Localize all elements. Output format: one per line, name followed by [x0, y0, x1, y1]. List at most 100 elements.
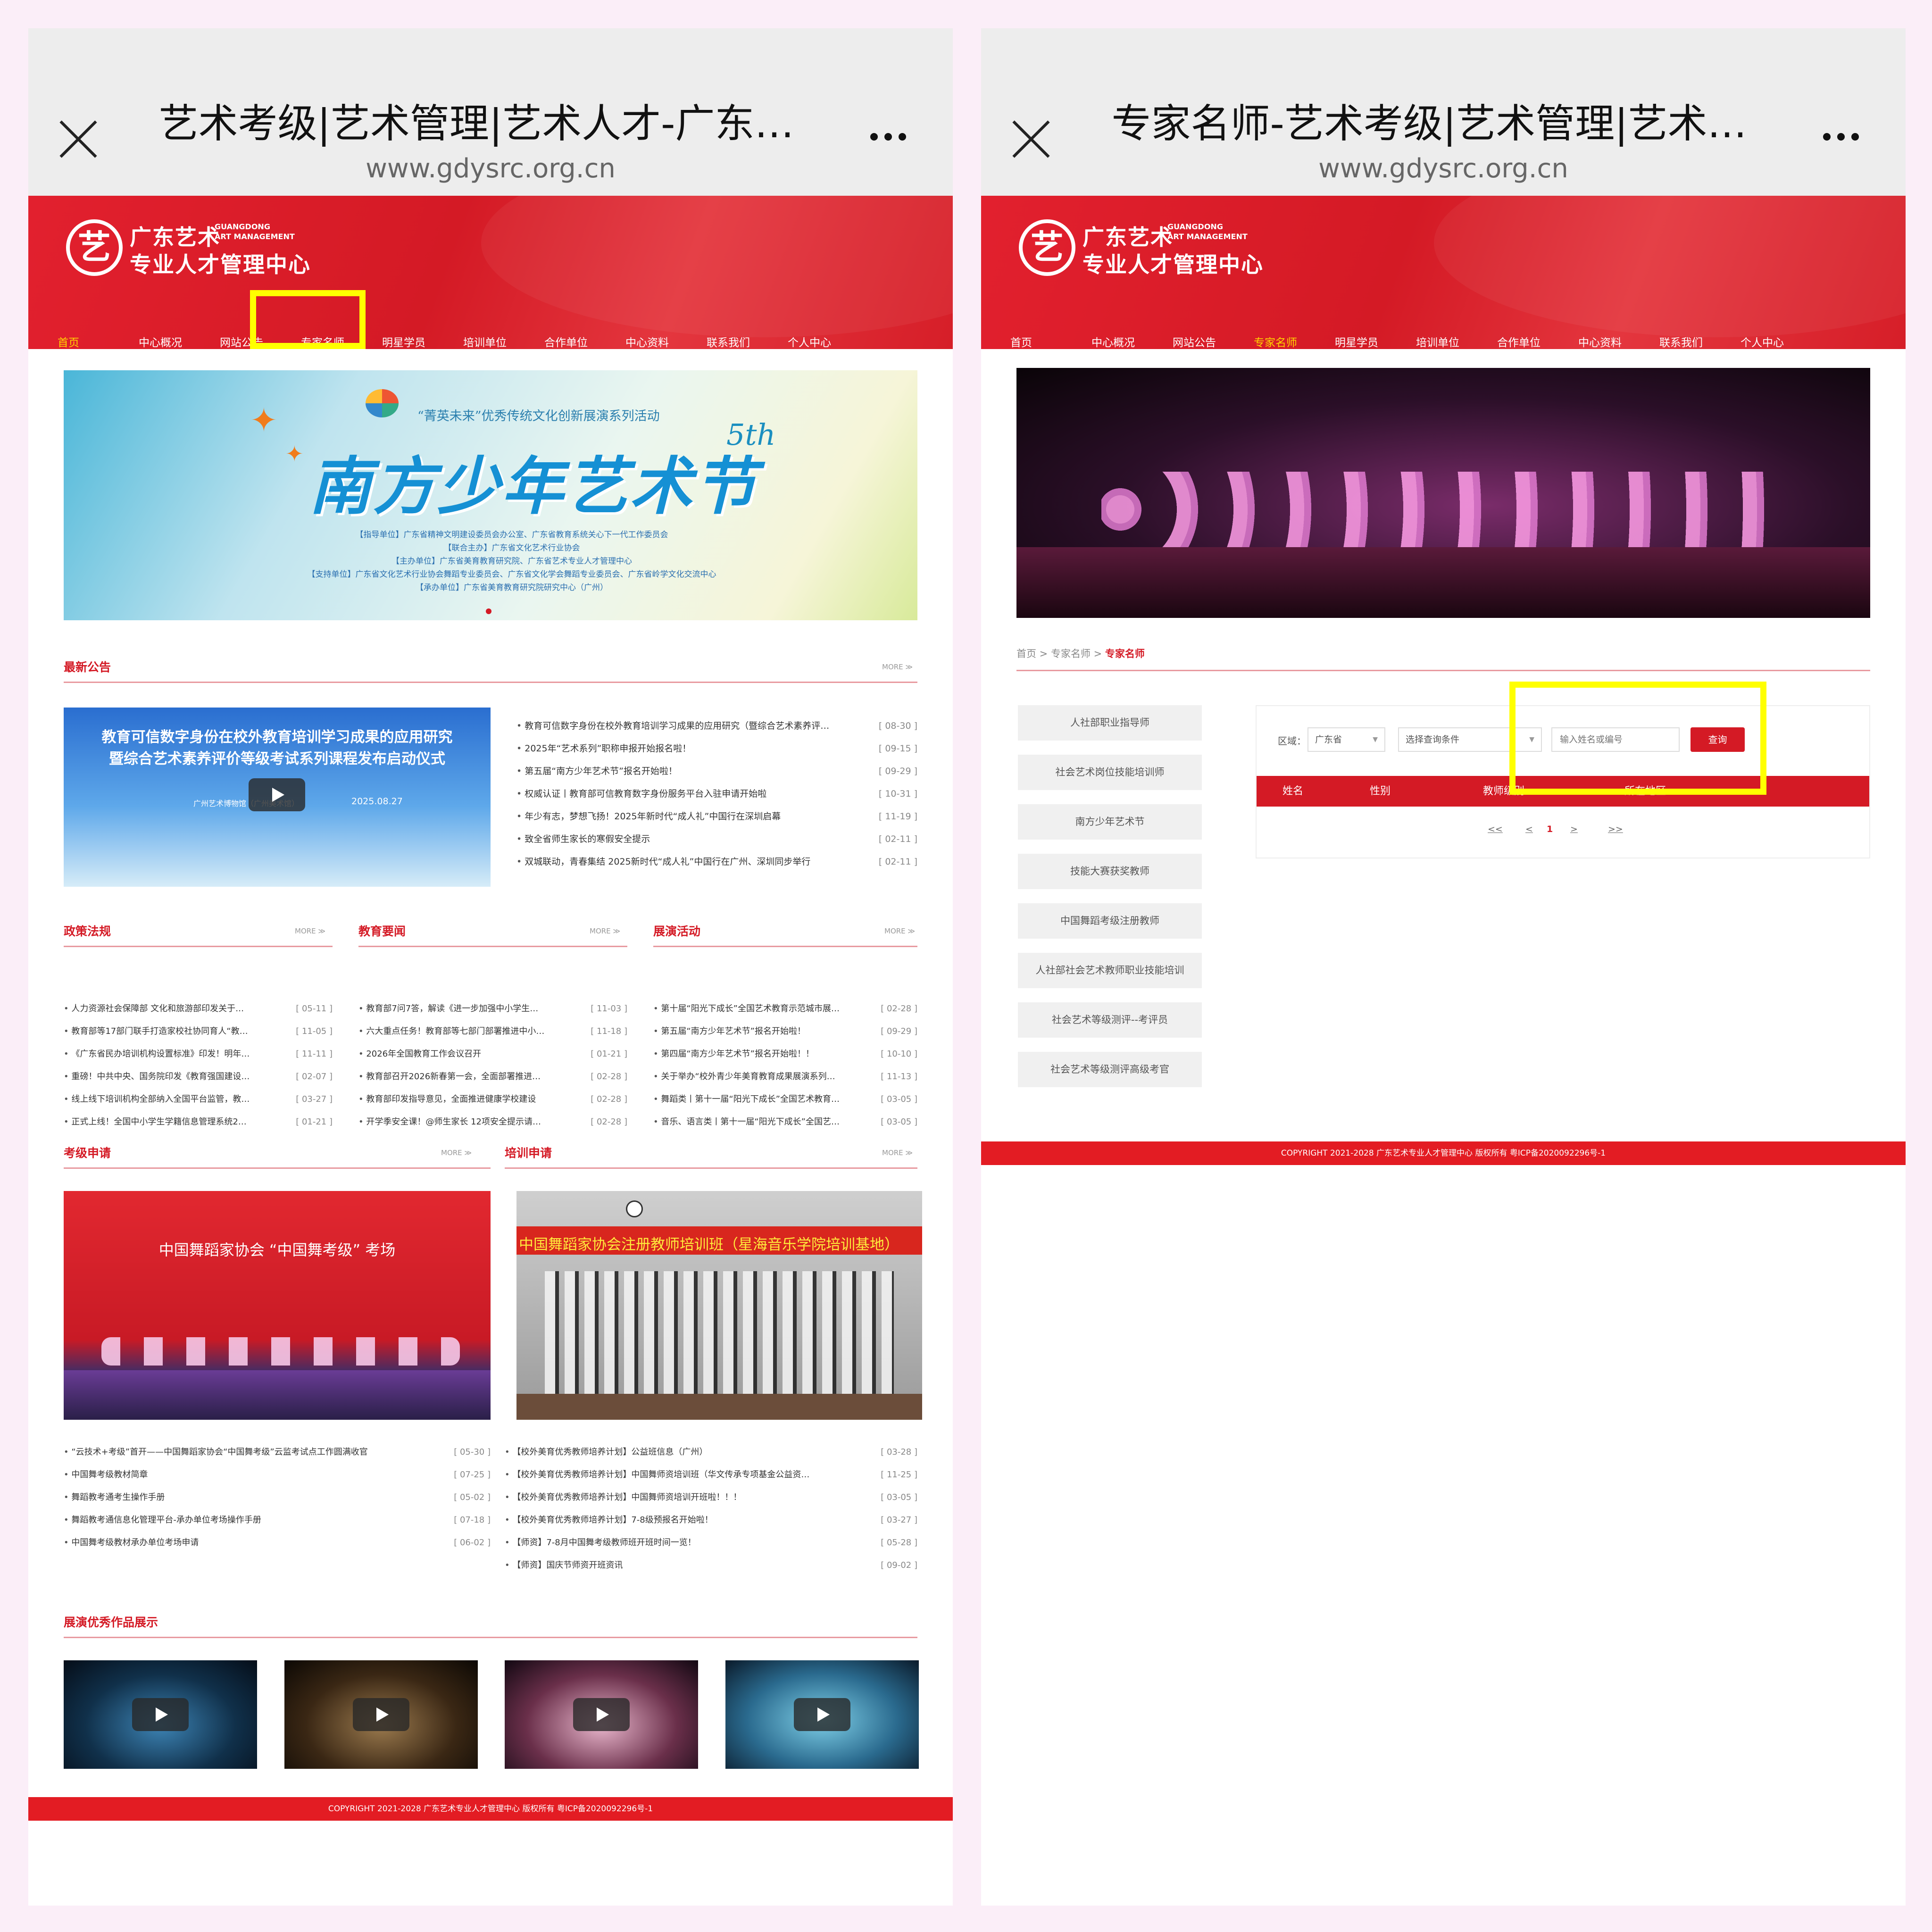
nav-item-star-students[interactable]: 明星学员 — [1335, 333, 1416, 349]
nav-item-notices[interactable]: 网站公告 — [1173, 333, 1254, 349]
page-prev[interactable]: < — [1525, 824, 1533, 834]
list-item[interactable]: 关于举办“校外青少年美育教育成果展演系列…[ 11-13 ] — [653, 1066, 917, 1088]
list-item[interactable]: 教育可信数字身份在校外教育培训学习成果的应用研究（暨综合艺术素养评…[ 08-3… — [516, 715, 917, 737]
list-item[interactable]: 人力资源社会保障部 文化和旅游部印发关于…[ 05-11 ] — [64, 998, 333, 1020]
carousel-dot[interactable] — [486, 608, 491, 614]
nav-item-about[interactable]: 中心概况 — [139, 333, 220, 349]
latest-more-link[interactable]: MORE ≫ — [882, 663, 913, 671]
logo-icon[interactable]: 艺 — [66, 219, 123, 276]
list-item[interactable]: 重磅！中共中央、国务院印发《教育强国建设…[ 02-07 ] — [64, 1066, 333, 1088]
side-menu-art-teacher-skill-training[interactable]: 人社部社会艺术教师职业技能培训 — [1018, 953, 1202, 988]
nav-item-resources[interactable]: 中心资料 — [625, 333, 707, 349]
list-item[interactable]: 第五届“南方少年艺术节”报名开始啦！[ 09-29 ] — [516, 760, 917, 783]
exam-more-link[interactable]: MORE ≫ — [441, 1149, 472, 1157]
list-item[interactable]: 【师资】7-8月中国舞考级教师班开班时间一览！[ 05-28 ] — [505, 1532, 917, 1554]
list-item[interactable]: 开学季安全课！@师生家长 12项安全提示请…[ 02-28 ] — [358, 1111, 627, 1133]
list-item[interactable]: 第十届“阳光下成长”全国艺术教育示范城市展…[ 02-28 ] — [653, 998, 917, 1020]
policy-more-link[interactable]: MORE ≫ — [295, 927, 325, 935]
nav-item-training-units[interactable]: 培训单位 — [463, 333, 544, 349]
nav-item-contact[interactable]: 联系我们 — [1659, 333, 1740, 349]
training-photo[interactable]: 中国舞蹈家协会注册教师培训班（星海音乐学院培训基地） — [516, 1191, 922, 1420]
exam-photo[interactable]: 中国舞蹈家协会 “中国舞考级” 考场 — [64, 1191, 491, 1420]
exam-list: “云技术+考级”首开——中国舞蹈家协会“中国舞考级”云监考试点工作圆满收官[ 0… — [64, 1441, 491, 1554]
list-item[interactable]: “云技术+考级”首开——中国舞蹈家协会“中国舞考级”云监考试点工作圆满收官[ 0… — [64, 1441, 491, 1464]
more-options-icon[interactable] — [870, 133, 913, 142]
latest-video-thumb[interactable]: 教育可信数字身份在校外教育培训学习成果的应用研究 暨综合艺术素养评价等级考试系列… — [64, 708, 491, 887]
list-item[interactable]: 舞蹈教考通考生操作手册[ 05-02 ] — [64, 1486, 491, 1509]
list-item[interactable]: 中国舞考级教材简章[ 07-25 ] — [64, 1464, 491, 1486]
list-item[interactable]: 教育部7问7答，解读《进一步加强中小学生…[ 11-03 ] — [358, 998, 627, 1020]
list-item[interactable]: 舞蹈教考通信息化管理平台-承办单位考场操作手册[ 07-18 ] — [64, 1509, 491, 1532]
nav-item-home[interactable]: 首页 — [58, 333, 139, 349]
list-item[interactable]: 《广东省民办培训机构设置标准》印发！明年…[ 11-11 ] — [64, 1043, 333, 1066]
side-menu-assessor[interactable]: 社会艺术等级测评--考评员 — [1018, 1002, 1202, 1038]
list-item[interactable]: 中国舞考级教材承办单位考场申请[ 06-02 ] — [64, 1532, 491, 1554]
side-menu-dance-registered-teachers[interactable]: 中国舞蹈考级注册教师 — [1018, 903, 1202, 939]
performance-more-link[interactable]: MORE ≫ — [884, 927, 915, 935]
work-video-thumb[interactable] — [505, 1660, 698, 1769]
nav-item-partners[interactable]: 合作单位 — [1497, 333, 1578, 349]
list-item[interactable]: 第五届“南方少年艺术节”报名开始啦！[ 09-29 ] — [653, 1020, 917, 1043]
work-video-thumb[interactable] — [284, 1660, 478, 1769]
col-gender[interactable]: 性别 — [1370, 776, 1391, 807]
list-item[interactable]: 【校外美育优秀教师培养计划】中国舞师资培训开班啦！！！[ 03-05 ] — [505, 1486, 917, 1509]
edu-more-link[interactable]: MORE ≫ — [590, 927, 620, 935]
page-next[interactable]: > — [1570, 824, 1578, 834]
side-menu-career-counselor[interactable]: 人社部职业指导师 — [1018, 705, 1202, 741]
logo-icon[interactable]: 艺 — [1019, 219, 1075, 276]
list-item[interactable]: 线上线下培训机构全部纳入全国平台监管，教…[ 03-27 ] — [64, 1088, 333, 1111]
work-video-thumb[interactable] — [64, 1660, 257, 1769]
play-icon[interactable] — [573, 1698, 630, 1731]
side-menu-senior-examiner[interactable]: 社会艺术等级测评高级考官 — [1018, 1052, 1202, 1087]
list-item[interactable]: 2025年“艺术系列”职称申报开始报名啦！[ 09-15 ] — [516, 737, 917, 760]
play-icon[interactable] — [249, 778, 305, 811]
list-item[interactable]: 教育部印发指导意见，全面推进健康学校建设[ 02-28 ] — [358, 1088, 627, 1111]
list-item[interactable]: 权威认证丨教育部可信教育数字身份服务平台入驻申请开始啦[ 10-31 ] — [516, 783, 917, 805]
list-item[interactable]: 正式上线！全国中小学生学籍信息管理系统2…[ 01-21 ] — [64, 1111, 333, 1133]
side-menu-award-teachers[interactable]: 技能大赛获奖教师 — [1018, 854, 1202, 889]
nav-item-user-center[interactable]: 个人中心 — [1740, 333, 1822, 349]
list-item[interactable]: 【校外美育优秀教师培养计划】7-8级预报名开始啦！[ 03-27 ] — [505, 1509, 917, 1532]
performance-title: 展演活动 — [653, 924, 701, 938]
list-item[interactable]: 【校外美育优秀教师培养计划】中国舞师资培训班（华文传承专项基金公益资…[ 11-… — [505, 1464, 917, 1486]
play-icon[interactable] — [132, 1698, 189, 1731]
browser-toolbar: 专家名师-艺术考级|艺术管理|艺术… www.gdysrc.org.cn — [981, 28, 1906, 196]
nav-item-user-center[interactable]: 个人中心 — [788, 333, 869, 349]
page-current[interactable]: 1 — [1547, 824, 1553, 834]
list-item[interactable]: 教育部等17部门联手打造家校社协同育人“教…[ 11-05 ] — [64, 1020, 333, 1043]
list-item[interactable]: 第四届“南方少年艺术节”报名开始啦！！[ 10-10 ] — [653, 1043, 917, 1066]
breadcrumb-section[interactable]: 专家名师 — [1051, 648, 1091, 659]
nav-item-resources[interactable]: 中心资料 — [1578, 333, 1659, 349]
page-last[interactable]: >> — [1608, 824, 1623, 834]
nav-item-partners[interactable]: 合作单位 — [544, 333, 625, 349]
list-item[interactable]: 音乐、语言类丨第十一届“阳光下成长”全国艺…[ 03-05 ] — [653, 1111, 917, 1133]
play-icon[interactable] — [794, 1698, 850, 1731]
side-menu-youth-art-festival[interactable]: 南方少年艺术节 — [1018, 804, 1202, 840]
play-icon[interactable] — [353, 1698, 409, 1731]
list-item[interactable]: 六大重点任务！教育部等七部门部署推进中小…[ 11-18 ] — [358, 1020, 627, 1043]
page-first[interactable]: << — [1488, 824, 1503, 834]
breadcrumb-home[interactable]: 首页 — [1016, 648, 1036, 659]
list-item[interactable]: 【校外美育优秀教师培养计划】公益班信息（广州）[ 03-28 ] — [505, 1441, 917, 1464]
nav-item-training-units[interactable]: 培训单位 — [1416, 333, 1497, 349]
side-menu-skill-trainer[interactable]: 社会艺术岗位技能培训师 — [1018, 755, 1202, 790]
list-item[interactable]: 年少有志，梦想飞扬！2025年新时代“成人礼”中国行在深圳启幕[ 11-19 ] — [516, 805, 917, 828]
dancers-figure — [1101, 472, 1785, 547]
nav-item-about[interactable]: 中心概况 — [1091, 333, 1173, 349]
list-item[interactable]: 【师资】国庆节师资开班资讯[ 09-02 ] — [505, 1554, 917, 1577]
nav-item-star-students[interactable]: 明星学员 — [382, 333, 463, 349]
list-item[interactable]: 教育部召开2026新春第一会，全面部署推进…[ 02-28 ] — [358, 1066, 627, 1088]
work-video-thumb[interactable] — [725, 1660, 919, 1769]
hero-banner[interactable]: ✦ ✦ “菁英未来”优秀传统文化创新展演系列活动 南方少年艺术节 5th 【指导… — [64, 370, 917, 620]
nav-item-experts[interactable]: 专家名师 — [1254, 333, 1335, 349]
list-item[interactable]: 双城联动，青春集结 2025新时代“成人礼”中国行在广州、深圳同步举行[ 02-… — [516, 850, 917, 873]
list-item[interactable]: 舞蹈类丨第十一届“阳光下成长”全国艺术教育…[ 03-05 ] — [653, 1088, 917, 1111]
list-item[interactable]: 致全省师生家长的寒假安全提示[ 02-11 ] — [516, 828, 917, 850]
nav-item-home[interactable]: 首页 — [1010, 333, 1091, 349]
list-item[interactable]: 2026年全国教育工作会议召开[ 01-21 ] — [358, 1043, 627, 1066]
nav-item-contact[interactable]: 联系我们 — [707, 333, 788, 349]
more-options-icon[interactable] — [1823, 133, 1865, 142]
col-name[interactable]: 姓名 — [1282, 776, 1303, 807]
training-more-link[interactable]: MORE ≫ — [882, 1149, 913, 1157]
region-select[interactable]: 广东省 ▼ — [1307, 727, 1385, 752]
